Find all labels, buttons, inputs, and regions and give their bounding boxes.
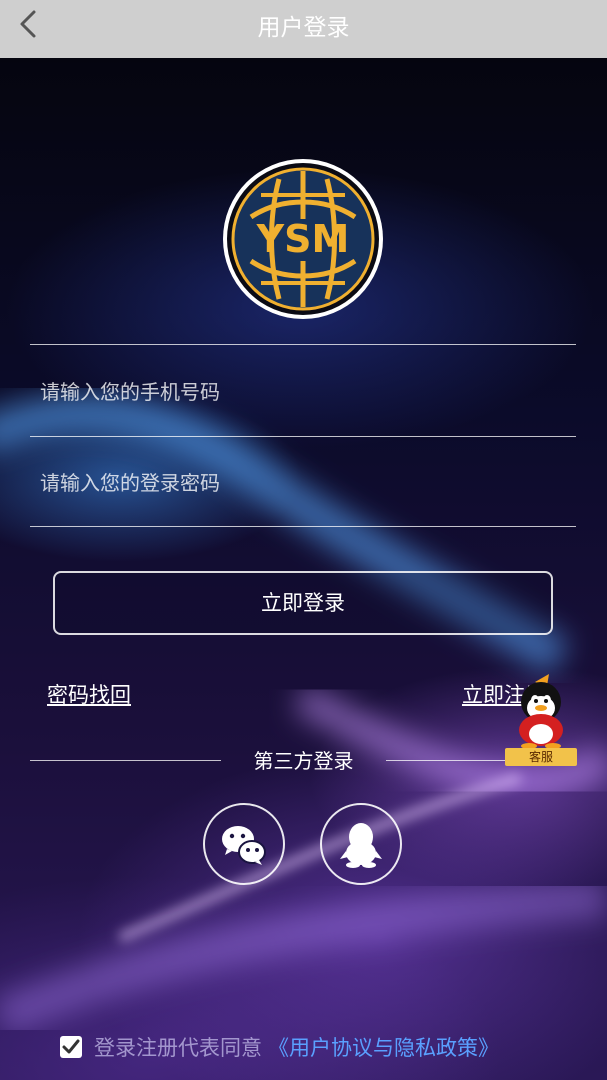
checkmark-icon (62, 1039, 80, 1054)
agreement-text: 登录注册代表同意 (94, 1036, 262, 1060)
forgot-password-link[interactable]: 密码找回 (47, 679, 131, 709)
phone-field[interactable] (30, 362, 576, 422)
divider (30, 344, 576, 345)
logo-text: YSM (256, 217, 350, 261)
header-bar: 用户登录 (0, 0, 607, 58)
wechat-icon (222, 826, 266, 865)
customer-service-label: 客服 (505, 748, 577, 766)
agreement-row: 登录注册代表同意 《用户协议与隐私政策》 (60, 1030, 499, 1064)
login-button[interactable]: 立即登录 (53, 571, 553, 635)
wechat-login-button[interactable] (203, 803, 285, 885)
password-field[interactable] (30, 453, 576, 513)
divider (30, 436, 576, 437)
divider (30, 526, 576, 527)
page-title: 用户登录 (257, 15, 350, 41)
password-input[interactable] (30, 453, 576, 513)
agreement-link[interactable]: 《用户协议与隐私政策》 (268, 1032, 499, 1062)
app-logo: YSM (221, 157, 385, 321)
third-party-title: 第三方登录 (253, 749, 354, 773)
divider (30, 760, 221, 761)
qq-login-button[interactable] (320, 803, 402, 885)
qq-penguin-icon (519, 674, 563, 749)
qq-icon (340, 823, 382, 868)
customer-service-button[interactable]: 客服 (505, 672, 577, 766)
phone-input[interactable] (30, 362, 576, 422)
agree-checkbox[interactable] (60, 1036, 82, 1058)
